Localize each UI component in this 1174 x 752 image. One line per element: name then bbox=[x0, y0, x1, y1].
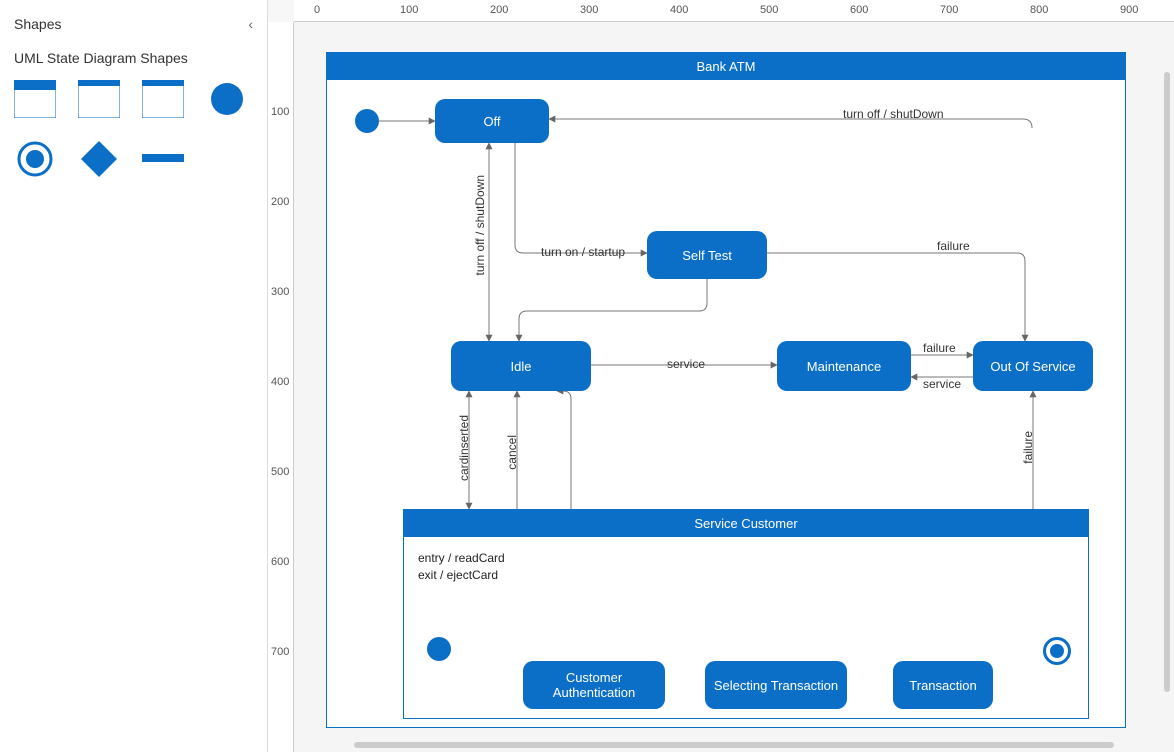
canvas[interactable]: Bank ATM bbox=[294, 22, 1174, 752]
edge-label-service: service bbox=[667, 357, 705, 371]
state-selecting-transaction[interactable]: Selecting Transaction bbox=[705, 661, 847, 709]
shapes-panel: Shapes ‹ UML State Diagram Shapes bbox=[0, 0, 268, 752]
scrollbar-horizontal[interactable] bbox=[354, 742, 1114, 748]
shapes-panel-title: Shapes bbox=[14, 16, 61, 32]
ruler-tick: 700 bbox=[271, 646, 289, 658]
ruler-tick: 100 bbox=[400, 4, 418, 16]
ruler-tick: 0 bbox=[314, 4, 320, 16]
edge-label-service2: service bbox=[923, 377, 961, 391]
palette-shape-state-outline[interactable] bbox=[142, 80, 184, 118]
composite-state-bank-atm[interactable]: Bank ATM bbox=[326, 52, 1126, 728]
exit-line: exit / ejectCard bbox=[418, 567, 505, 584]
frame-title: Bank ATM bbox=[327, 53, 1125, 80]
state-self-test[interactable]: Self Test bbox=[647, 231, 767, 279]
edge-label-turnoff-vert: turn off / shutDown bbox=[473, 175, 487, 276]
ruler-tick: 400 bbox=[670, 4, 688, 16]
ruler-tick: 200 bbox=[490, 4, 508, 16]
state-customer-authentication[interactable]: Customer Authentication bbox=[523, 661, 665, 709]
state-off[interactable]: Off bbox=[435, 99, 549, 143]
edge-label-turnoff: turn off / shutDown bbox=[843, 107, 944, 121]
palette-group-title: UML State Diagram Shapes bbox=[14, 50, 253, 66]
state-maintenance[interactable]: Maintenance bbox=[777, 341, 911, 391]
ruler-tick: 500 bbox=[271, 466, 289, 478]
ruler-tick: 500 bbox=[760, 4, 778, 16]
scrollbar-vertical[interactable] bbox=[1164, 72, 1170, 692]
frame-title: Service Customer bbox=[404, 510, 1088, 537]
initial-state[interactable] bbox=[355, 109, 379, 133]
palette-shape-bar[interactable] bbox=[142, 140, 184, 178]
ruler-tick: 600 bbox=[271, 556, 289, 568]
initial-state-sc[interactable] bbox=[427, 637, 451, 661]
palette-shape-final[interactable] bbox=[14, 140, 56, 178]
palette-row bbox=[14, 80, 253, 118]
ruler-tick: 400 bbox=[271, 376, 289, 388]
ruler-tick: 300 bbox=[271, 286, 289, 298]
shapes-panel-header: Shapes ‹ bbox=[14, 10, 253, 42]
ruler-tick: 900 bbox=[1120, 4, 1138, 16]
ruler-tick: 300 bbox=[580, 4, 598, 16]
state-transaction[interactable]: Transaction bbox=[893, 661, 993, 709]
ruler-tick: 700 bbox=[940, 4, 958, 16]
ruler-tick: 600 bbox=[850, 4, 868, 16]
ruler-vertical: 100 200 300 400 500 600 700 bbox=[268, 22, 294, 752]
canvas-area: 0 100 200 300 400 500 600 700 800 900 10… bbox=[268, 0, 1174, 752]
collapse-icon[interactable]: ‹ bbox=[248, 16, 253, 32]
entry-exit-block: entry / readCard exit / ejectCard bbox=[418, 550, 505, 584]
edge-label-turnon: turn on / startup bbox=[541, 245, 625, 259]
palette-shape-initial[interactable] bbox=[206, 80, 248, 118]
ruler-tick: 800 bbox=[1030, 4, 1048, 16]
ruler-horizontal: 0 100 200 300 400 500 600 700 800 900 bbox=[294, 0, 1174, 22]
state-idle[interactable]: Idle bbox=[451, 341, 591, 391]
edge-label-failure2: failure bbox=[923, 341, 956, 355]
edge-label-failure3: failure bbox=[1021, 431, 1035, 464]
edge-label-cancel: cancel bbox=[505, 435, 519, 470]
entry-line: entry / readCard bbox=[418, 550, 505, 567]
palette-row bbox=[14, 140, 253, 178]
palette-shape-state-titled[interactable] bbox=[14, 80, 56, 118]
state-out-of-service[interactable]: Out Of Service bbox=[973, 341, 1093, 391]
final-state-sc[interactable] bbox=[1043, 637, 1071, 665]
ruler-tick: 100 bbox=[271, 106, 289, 118]
ruler-tick: 200 bbox=[271, 196, 289, 208]
edge-label-failure1: failure bbox=[937, 239, 970, 253]
palette-shape-decision[interactable] bbox=[78, 140, 120, 178]
edge-label-cardinserted: cardinserted bbox=[457, 415, 471, 481]
palette-shape-state-titled-2[interactable] bbox=[78, 80, 120, 118]
